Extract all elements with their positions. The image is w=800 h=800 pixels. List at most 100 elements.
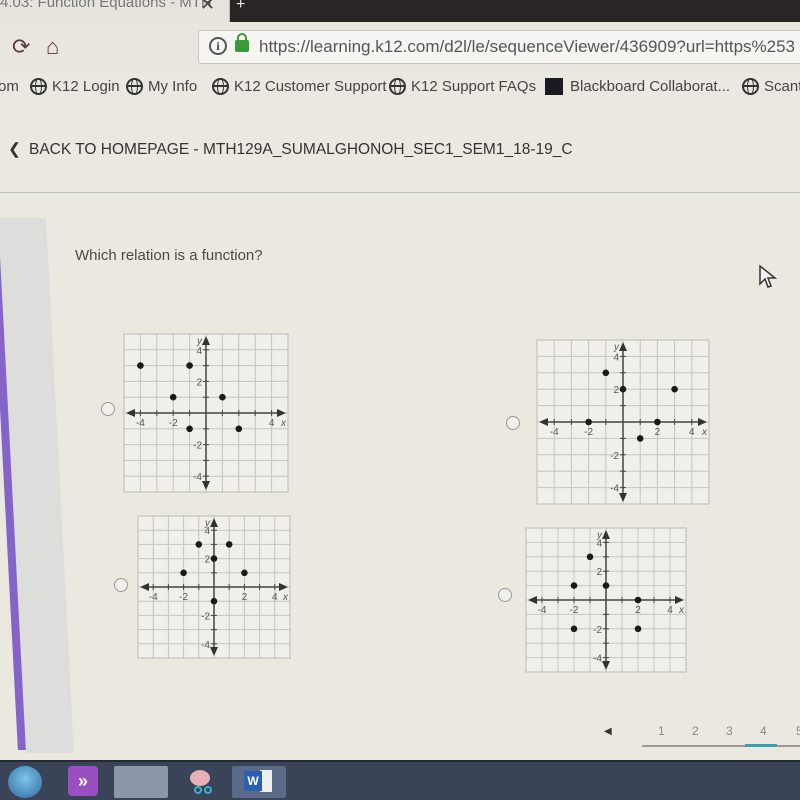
data-point <box>602 582 610 589</box>
question-pagination: ◀ 1 2 3 4 5 <box>600 724 800 756</box>
x-tick-label: 4 <box>272 592 278 603</box>
x-tick-label: -4 <box>136 418 145 429</box>
y-tick-label: 4 <box>613 352 619 363</box>
data-point <box>636 435 644 442</box>
browser-navbar: ⟳ ⌂ i https://learning.k12.com/d2l/le/se… <box>0 22 800 70</box>
page-link-4-current[interactable]: 4 <box>760 724 767 738</box>
answer-radio-a[interactable] <box>101 402 115 416</box>
x-axis-label: x <box>701 427 708 438</box>
data-point <box>235 425 243 433</box>
url-text[interactable]: https://learning.k12.com/d2l/le/sequence… <box>259 37 795 57</box>
data-point <box>585 418 592 426</box>
y-axis-label: y <box>204 518 211 529</box>
bookmark-scant[interactable]: Scant <box>742 78 800 95</box>
data-point <box>602 369 610 377</box>
start-button-icon[interactable] <box>8 766 42 798</box>
reload-icon[interactable]: ⟳ <box>12 34 30 60</box>
tab-title: 4.03: Function Equations - MTH <box>0 0 212 11</box>
question-text: Which relation is a function? <box>75 247 263 264</box>
x-tick-label: 4 <box>269 418 275 429</box>
info-icon[interactable]: i <box>209 37 227 55</box>
windows-taskbar: » W <box>0 760 800 800</box>
y-axis-label: y <box>613 342 620 353</box>
word-icon: W <box>244 771 262 791</box>
globe-icon <box>212 78 229 95</box>
y-tick-label: -2 <box>593 625 602 636</box>
lock-icon <box>235 33 249 52</box>
bookmark-my-info[interactable]: My Info <box>126 78 197 95</box>
previous-page-icon[interactable]: ◀ <box>604 726 612 737</box>
answer-radio-b[interactable] <box>506 416 520 430</box>
y-tick-label: 2 <box>596 567 602 578</box>
y-tick-label: -4 <box>610 484 619 495</box>
close-tab-icon[interactable]: ✕ <box>200 0 215 15</box>
chevron-left-icon: ❮ <box>8 141 21 158</box>
data-point <box>210 597 218 605</box>
x-axis-label: x <box>678 605 685 616</box>
browser-tab[interactable]: 4.03: Function Equations - MTH ✕ <box>0 0 230 22</box>
bookmark-partial[interactable]: om <box>0 78 19 95</box>
data-point <box>671 385 678 393</box>
y-axis-label: y <box>196 336 203 347</box>
bookmark-blackboard-collaborate[interactable]: Blackboard Collaborat... <box>545 78 730 95</box>
x-tick-label: 4 <box>689 427 695 438</box>
y-tick-label: 2 <box>613 385 619 396</box>
bookmark-k12-customer-support[interactable]: K12 Customer Support <box>212 78 387 95</box>
home-icon[interactable]: ⌂ <box>46 34 59 60</box>
back-to-homepage-link[interactable]: ❮ BACK TO HOMEPAGE - MTH129A_SUMALGHONOH_… <box>8 140 573 159</box>
browser-tab-strip: 4.03: Function Equations - MTH ✕ + <box>0 0 800 22</box>
page-link-1[interactable]: 1 <box>658 724 665 738</box>
x-tick-label: 2 <box>242 592 248 603</box>
app-chevron-icon[interactable]: » <box>68 766 98 796</box>
data-point <box>180 569 187 577</box>
bookmark-label: K12 Support FAQs <box>411 78 537 95</box>
x-tick-label: -2 <box>570 605 579 616</box>
data-point <box>137 362 144 369</box>
y-tick-label: -2 <box>193 441 202 452</box>
bookmark-label: Scant <box>764 78 800 95</box>
page-link-2[interactable]: 2 <box>692 724 699 738</box>
bookmark-label: Blackboard Collaborat... <box>570 78 731 95</box>
address-bar[interactable]: i https://learning.k12.com/d2l/le/sequen… <box>198 30 800 64</box>
new-tab-button[interactable]: + <box>236 0 245 14</box>
data-point <box>586 553 594 561</box>
bookmarks-bar: om K12 Login My Info K12 Customer Suppor… <box>0 72 800 104</box>
globe-icon <box>30 78 47 95</box>
data-point <box>186 425 193 433</box>
data-point <box>169 393 177 401</box>
globe-icon <box>389 78 406 95</box>
bookmark-label: My Info <box>148 78 198 95</box>
y-tick-label: -2 <box>201 611 210 622</box>
page-link-3[interactable]: 3 <box>726 724 733 738</box>
snipping-tool-icon[interactable] <box>186 766 216 798</box>
y-axis-label: y <box>596 530 603 541</box>
y-tick-label: -4 <box>201 640 210 651</box>
word-taskbar-button[interactable]: W <box>232 766 286 798</box>
data-point <box>195 541 203 548</box>
page-link-5[interactable]: 5 <box>796 724 800 738</box>
globe-icon <box>126 78 143 95</box>
x-axis-label: x <box>280 418 287 429</box>
bookmark-k12-login[interactable]: K12 Login <box>30 78 120 95</box>
answer-radio-c[interactable] <box>114 578 128 592</box>
x-tick-label: 2 <box>635 605 641 616</box>
back-link-label: BACK TO HOMEPAGE - MTH129A_SUMALGHONOH_S… <box>29 141 573 158</box>
y-tick-label: 4 <box>196 346 202 357</box>
graph-option-c: -4 -2 2 442-2-4xy <box>137 515 291 659</box>
data-point <box>186 362 193 369</box>
bookmark-k12-support-faqs[interactable]: K12 Support FAQs <box>389 78 536 95</box>
x-tick-label: 4 <box>667 605 673 616</box>
x-tick-label: -2 <box>584 427 593 438</box>
data-point <box>619 385 627 393</box>
y-tick-label: -4 <box>193 472 202 483</box>
bookmark-label: K12 Login <box>52 78 120 95</box>
x-tick-label: -4 <box>550 427 559 438</box>
header-divider <box>0 192 800 193</box>
answer-radio-d[interactable] <box>498 588 512 602</box>
x-tick-label: -4 <box>149 592 158 603</box>
lesson-page: ❮ BACK TO HOMEPAGE - MTH129A_SUMALGHONOH_… <box>0 104 800 760</box>
taskbar-program-icon[interactable] <box>114 766 168 798</box>
data-point <box>219 393 226 401</box>
graph-option-d: -4 -2 2 442-2-4xy <box>525 527 687 673</box>
y-tick-label: 2 <box>204 555 210 566</box>
